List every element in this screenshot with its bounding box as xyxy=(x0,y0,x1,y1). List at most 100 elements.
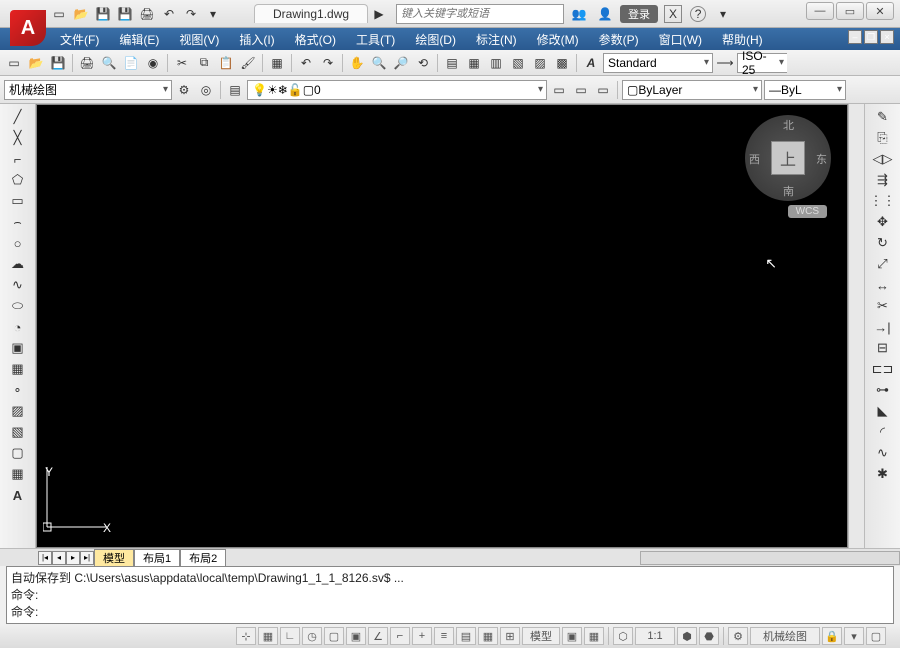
fillet-icon[interactable]: ◜ xyxy=(874,423,892,441)
help-icon[interactable]: ? xyxy=(690,6,706,22)
menu-help[interactable]: 帮助(H) xyxy=(712,31,773,48)
menu-view[interactable]: 视图(V) xyxy=(169,31,229,48)
layerprops-button[interactable]: ▤ xyxy=(225,80,245,100)
publish-button[interactable]: 📄 xyxy=(121,53,141,73)
user-icon[interactable]: 👤 xyxy=(596,5,614,23)
menu-draw[interactable]: 绘图(D) xyxy=(405,31,466,48)
otrack-toggle[interactable]: ∠ xyxy=(368,627,388,645)
quickview-drawings-button[interactable]: ▦ xyxy=(584,627,604,645)
tab-next-button[interactable]: ▸ xyxy=(66,551,80,565)
quickview-layouts-button[interactable]: ▣ xyxy=(562,627,582,645)
cut-button[interactable]: ✂ xyxy=(172,53,192,73)
vertical-scrollbar[interactable] xyxy=(848,104,864,548)
menu-format[interactable]: 格式(O) xyxy=(285,31,346,48)
viewcube-west[interactable]: 西 xyxy=(749,151,760,167)
layer-tool2-icon[interactable]: ▭ xyxy=(571,80,591,100)
circle-icon[interactable]: ○ xyxy=(9,234,27,252)
preview-button[interactable]: 🔍 xyxy=(99,53,119,73)
tab-nav-icon[interactable]: ▶ xyxy=(370,5,388,23)
sc-toggle[interactable]: ⊞ xyxy=(500,627,520,645)
ws-gear-icon[interactable]: ⚙ xyxy=(728,627,748,645)
lwt-toggle[interactable]: ≡ xyxy=(434,627,454,645)
close-button[interactable]: ✕ xyxy=(866,2,894,20)
properties-button[interactable]: ▤ xyxy=(442,53,462,73)
workspace-tool-icon[interactable]: ◎ xyxy=(196,80,216,100)
login-button[interactable]: 登录 xyxy=(620,5,658,23)
new-icon[interactable]: ▭ xyxy=(50,5,68,23)
menu-modify[interactable]: 修改(M) xyxy=(527,31,589,48)
wcs-badge[interactable]: WCS xyxy=(788,205,827,218)
trim-icon[interactable]: ✂ xyxy=(874,297,892,315)
help-more-icon[interactable]: ▾ xyxy=(714,5,732,23)
open-icon[interactable]: 📂 xyxy=(72,5,90,23)
save-icon[interactable]: 💾 xyxy=(94,5,112,23)
zoom-realtime-button[interactable]: 🔍 xyxy=(369,53,389,73)
3dosnap-toggle[interactable]: ▣ xyxy=(346,627,366,645)
undo-button[interactable]: ↶ xyxy=(296,53,316,73)
arc-icon[interactable]: ⌢ xyxy=(9,213,27,231)
tab-layout1[interactable]: 布局1 xyxy=(134,549,180,566)
mtext-icon[interactable]: A xyxy=(9,486,27,504)
makeblock-icon[interactable]: ▦ xyxy=(9,360,27,378)
point-icon[interactable]: ∘ xyxy=(9,381,27,399)
mdi-close-button[interactable]: × xyxy=(880,30,894,44)
drawing-canvas[interactable]: 北 南 东 西 上 WCS ↖ Y X xyxy=(36,104,848,548)
layer-tool3-icon[interactable]: ▭ xyxy=(593,80,613,100)
print-button[interactable]: 🖨 xyxy=(77,53,97,73)
menu-parametric[interactable]: 参数(P) xyxy=(589,31,649,48)
menu-file[interactable]: 文件(F) xyxy=(50,31,109,48)
scale-icon[interactable]: ⤢ xyxy=(874,255,892,273)
ortho-toggle[interactable]: ∟ xyxy=(280,627,300,645)
gradient-icon[interactable]: ▧ xyxy=(9,423,27,441)
mdi-minimize-button[interactable]: – xyxy=(848,30,862,44)
hatch-icon[interactable]: ▨ xyxy=(9,402,27,420)
tab-prev-button[interactable]: ◂ xyxy=(52,551,66,565)
breakpoint-icon[interactable]: ⊟ xyxy=(874,339,892,357)
join-icon[interactable]: ⊶ xyxy=(874,381,892,399)
view-cube[interactable]: 北 南 东 西 上 xyxy=(745,115,831,201)
exchange-icon[interactable]: X xyxy=(664,5,682,23)
open-button[interactable]: 📂 xyxy=(26,53,46,73)
toolpalettes-button[interactable]: ▥ xyxy=(486,53,506,73)
rotate-icon[interactable]: ↻ xyxy=(874,234,892,252)
quickcalc-button[interactable]: ▩ xyxy=(552,53,572,73)
menu-tools[interactable]: 工具(T) xyxy=(346,31,405,48)
redo-icon[interactable]: ↷ xyxy=(182,5,200,23)
layer-tool1-icon[interactable]: ▭ xyxy=(549,80,569,100)
saveas-icon[interactable]: 💾 xyxy=(116,5,134,23)
markup-button[interactable]: ▨ xyxy=(530,53,550,73)
viewcube-south[interactable]: 南 xyxy=(783,183,794,199)
annoauto-toggle[interactable]: ⬣ xyxy=(699,627,719,645)
viewcube-top-face[interactable]: 上 xyxy=(771,141,805,175)
search-input[interactable] xyxy=(396,4,564,24)
lock-ui-toggle[interactable]: 🔒 xyxy=(822,627,842,645)
sheetset-button[interactable]: ▧ xyxy=(508,53,528,73)
copy-button[interactable]: ⧉ xyxy=(194,53,214,73)
ws-switch-combo[interactable]: 机械绘图 xyxy=(750,627,820,645)
redo-button[interactable]: ↷ xyxy=(318,53,338,73)
qat-more-icon[interactable]: ▾ xyxy=(204,5,222,23)
minimize-button[interactable]: — xyxy=(806,2,834,20)
snapmode-toggle[interactable]: ⊹ xyxy=(236,627,256,645)
blend-icon[interactable]: ∿ xyxy=(874,444,892,462)
linetype-combo[interactable]: — ByL xyxy=(764,80,846,100)
dimstyle-icon[interactable]: ⟶ xyxy=(715,53,735,73)
paste-button[interactable]: 📋 xyxy=(216,53,236,73)
insertblock-icon[interactable]: ▣ xyxy=(9,339,27,357)
app-logo[interactable]: A xyxy=(10,10,46,46)
color-combo[interactable]: ▢ ByLayer xyxy=(622,80,762,100)
ellipsearc-icon[interactable]: ◔ xyxy=(9,318,27,336)
ducs-toggle[interactable]: ⌐ xyxy=(390,627,410,645)
explode-icon[interactable]: ✱ xyxy=(874,465,892,483)
cleanscreen-toggle[interactable]: ▢ xyxy=(866,627,886,645)
workspace-combo[interactable]: 机械绘图 xyxy=(4,80,172,100)
table-icon[interactable]: ▦ xyxy=(9,465,27,483)
stretch-icon[interactable]: ↔ xyxy=(874,276,892,294)
maximize-button[interactable]: ▭ xyxy=(836,2,864,20)
offset-icon[interactable]: ⇶ xyxy=(874,171,892,189)
move-icon[interactable]: ✥ xyxy=(874,213,892,231)
revcloud-icon[interactable]: ☁ xyxy=(9,255,27,273)
pan-button[interactable]: ✋ xyxy=(347,53,367,73)
horizontal-scrollbar[interactable] xyxy=(640,551,900,565)
modelspace-toggle[interactable]: 模型 xyxy=(522,627,560,645)
